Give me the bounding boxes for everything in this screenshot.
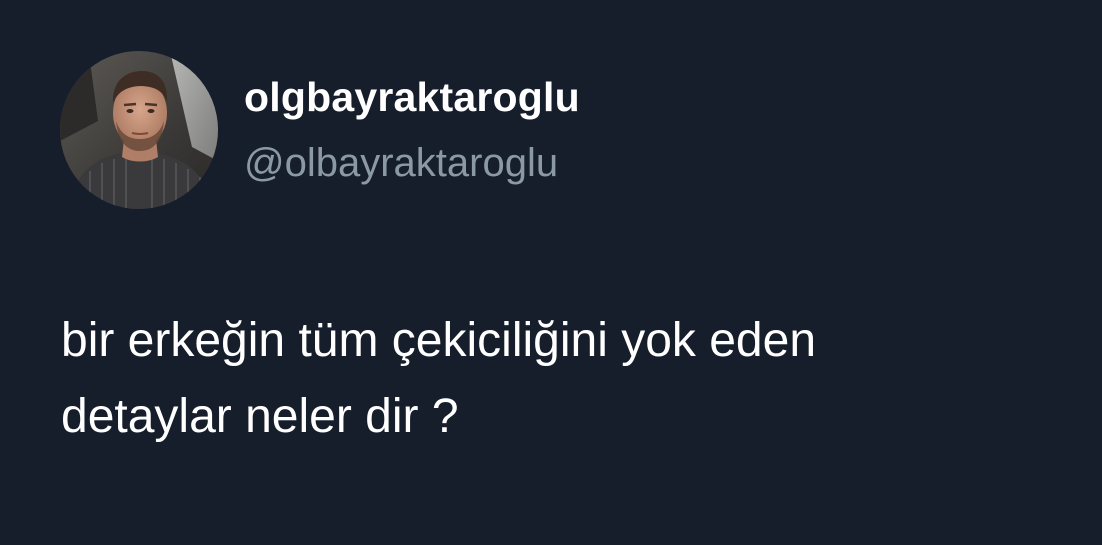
tweet-line: detaylar neler dir ? — [61, 390, 459, 443]
tweet-line: bir erkeğin tüm çekiciliğini yok eden — [61, 314, 817, 367]
avatar[interactable] — [60, 51, 218, 209]
user-handle[interactable]: @olbayraktaroglu — [244, 141, 558, 186]
profile-photo-icon — [60, 51, 218, 209]
tweet-card: olgbayraktaroglu @olbayraktaroglu bir er… — [0, 0, 1102, 545]
display-name[interactable]: olgbayraktaroglu — [244, 74, 580, 121]
tweet-text: bir erkeğin tüm çekiciliğini yok eden de… — [61, 303, 1061, 455]
